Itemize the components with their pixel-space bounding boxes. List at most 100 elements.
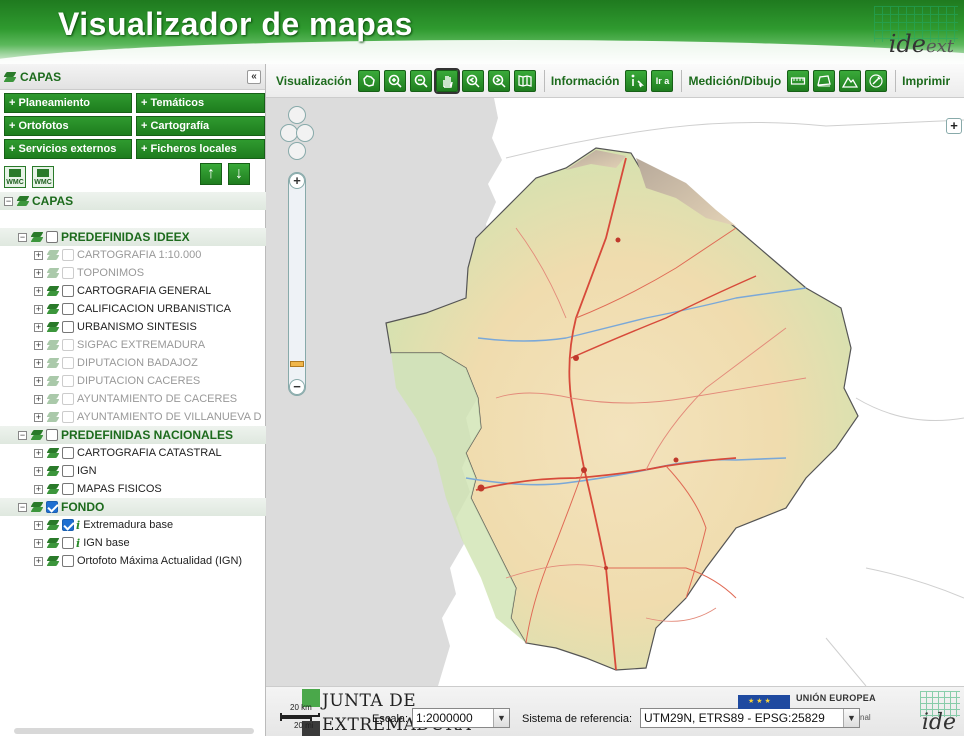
layer-row[interactable]: + CALIFICACION URBANISTICA — [0, 300, 266, 318]
category-ortofotos-button[interactable]: + Ortofotos — [4, 116, 132, 136]
layer-row[interactable]: + SIGPAC EXTREMADURA — [0, 336, 266, 354]
layer-visibility-checkbox[interactable] — [62, 375, 74, 387]
collapse-group-icon[interactable]: − — [18, 430, 27, 440]
layer-row[interactable]: + DIPUTACION BADAJOZ — [0, 354, 266, 372]
extent-icon — [362, 74, 375, 87]
go-to-button[interactable]: Ir a — [651, 69, 674, 92]
layer-row[interactable]: + AYUNTAMIENTO DE CACERES — [0, 390, 266, 408]
layer-visibility-checkbox[interactable] — [46, 231, 58, 243]
map-zoom-in-button[interactable]: + — [289, 173, 305, 189]
layer-group-row[interactable]: − PREDEFINIDAS NACIONALES — [0, 426, 266, 444]
category-servicios-externos-button[interactable]: + Servicios externos — [4, 139, 132, 159]
layer-switcher-expand-button[interactable]: + — [946, 118, 962, 134]
expand-layer-icon[interactable]: + — [34, 286, 43, 296]
layer-group-row[interactable]: − CAPAS — [0, 192, 266, 210]
next-view-button[interactable] — [487, 69, 510, 92]
profile-button[interactable] — [839, 69, 862, 92]
layer-row[interactable]: + CARTOGRAFIA GENERAL — [0, 282, 266, 300]
zoom-out-button[interactable] — [409, 69, 432, 92]
load-wmc-button[interactable]: WMC — [4, 166, 26, 188]
save-wmc-button[interactable]: WMC — [32, 166, 54, 188]
layer-visibility-checkbox[interactable] — [62, 267, 74, 279]
full-extent-button[interactable] — [357, 69, 380, 92]
info-button[interactable] — [625, 69, 648, 92]
expand-layer-icon[interactable]: + — [34, 304, 43, 314]
expand-layer-icon[interactable]: + — [34, 376, 43, 386]
pan-north-button[interactable] — [288, 106, 306, 124]
layer-visibility-checkbox[interactable] — [62, 519, 74, 531]
move-layer-down-button[interactable]: ↓ — [228, 163, 250, 185]
category-cartografia-button[interactable]: + Cartografía — [136, 116, 265, 136]
layer-visibility-checkbox[interactable] — [62, 447, 74, 459]
layer-visibility-checkbox[interactable] — [62, 303, 74, 315]
map-zoom-out-button[interactable]: − — [289, 379, 305, 395]
scale-select[interactable]: 1:2000000 ▼ — [412, 708, 510, 728]
layer-visibility-checkbox[interactable] — [46, 429, 58, 441]
zoom-slider-handle[interactable] — [290, 361, 304, 367]
expand-layer-icon[interactable]: + — [34, 520, 43, 530]
layer-row[interactable]: + MAPAS FISICOS — [0, 480, 266, 498]
layer-row[interactable]: + IGN — [0, 462, 266, 480]
move-layer-up-button[interactable]: ↑ — [200, 163, 222, 185]
pan-button[interactable] — [433, 67, 460, 94]
zoom-in-button[interactable] — [383, 69, 406, 92]
category-planeamiento-button[interactable]: + Planeamiento — [4, 93, 132, 113]
category-ficheros-locales-button[interactable]: + Ficheros locales — [136, 139, 265, 159]
expand-layer-icon[interactable]: + — [34, 358, 43, 368]
layer-row[interactable]: + TOPONIMOS — [0, 264, 266, 282]
expand-layer-icon[interactable]: + — [34, 268, 43, 278]
layer-visibility-checkbox[interactable] — [46, 501, 58, 513]
layer-visibility-checkbox[interactable] — [62, 483, 74, 495]
layer-visibility-checkbox[interactable] — [62, 249, 74, 261]
layer-group-row[interactable]: − FONDO — [0, 498, 266, 516]
previous-view-button[interactable] — [461, 69, 484, 92]
layer-visibility-checkbox[interactable] — [62, 537, 74, 549]
layer-visibility-checkbox[interactable] — [62, 339, 74, 351]
layer-row[interactable]: + AYUNTAMIENTO DE VILLANUEVA D — [0, 408, 266, 426]
expand-layer-icon[interactable]: + — [34, 484, 43, 494]
info-cursor-icon — [632, 74, 645, 87]
layer-row[interactable]: + Ortofoto Máxima Actualidad (IGN) — [0, 552, 266, 570]
expand-layer-icon[interactable]: + — [34, 322, 43, 332]
category-tematicos-button[interactable]: + Temáticos — [136, 93, 265, 113]
expand-layer-icon[interactable]: + — [34, 556, 43, 566]
toolbar-separator — [681, 69, 683, 92]
pan-east-button[interactable] — [296, 124, 314, 142]
layer-row[interactable]: + CARTOGRAFIA 1:10.000 — [0, 246, 266, 264]
layer-visibility-checkbox[interactable] — [62, 465, 74, 477]
expand-layer-icon[interactable]: + — [34, 466, 43, 476]
pan-south-button[interactable] — [288, 142, 306, 160]
expand-layer-icon[interactable]: + — [34, 394, 43, 404]
draw-button[interactable] — [865, 69, 888, 92]
layer-row[interactable]: + CARTOGRAFIA CATASTRAL — [0, 444, 266, 462]
layer-row[interactable]: + i IGN base — [0, 534, 266, 552]
layer-visibility-checkbox[interactable] — [62, 285, 74, 297]
expand-layer-icon[interactable]: + — [34, 250, 43, 260]
measure-area-button[interactable] — [813, 69, 836, 92]
layer-row[interactable]: + URBANISMO SINTESIS — [0, 318, 266, 336]
layer-row[interactable]: + DIPUTACION CACERES — [0, 372, 266, 390]
layer-visibility-checkbox[interactable] — [62, 357, 74, 369]
layer-visibility-checkbox[interactable] — [62, 555, 74, 567]
collapse-panel-button[interactable]: « — [247, 69, 261, 84]
expand-layer-icon[interactable]: + — [34, 340, 43, 350]
layer-info-icon[interactable]: i — [76, 519, 80, 532]
print-button[interactable]: Imprimir — [902, 74, 950, 88]
layer-group-row[interactable]: − PREDEFINIDAS IDEEX — [0, 228, 266, 246]
layer-visibility-checkbox[interactable] — [62, 411, 74, 423]
zoom-bar[interactable]: + − — [288, 172, 306, 396]
layer-tree-scrollbar[interactable] — [14, 728, 254, 734]
layer-visibility-checkbox[interactable] — [62, 321, 74, 333]
collapse-group-icon[interactable]: − — [18, 232, 27, 242]
expand-layer-icon[interactable]: + — [34, 538, 43, 548]
map-book-button[interactable] — [513, 69, 536, 92]
layer-visibility-checkbox[interactable] — [62, 393, 74, 405]
collapse-group-icon[interactable]: − — [4, 196, 13, 206]
layer-info-icon[interactable]: i — [76, 537, 80, 550]
map-view[interactable]: + − + — [266, 98, 964, 686]
layer-row[interactable]: + i Extremadura base — [0, 516, 266, 534]
expand-layer-icon[interactable]: + — [34, 448, 43, 458]
collapse-group-icon[interactable]: − — [18, 502, 27, 512]
measure-distance-button[interactable] — [787, 69, 810, 92]
expand-layer-icon[interactable]: + — [34, 412, 43, 422]
